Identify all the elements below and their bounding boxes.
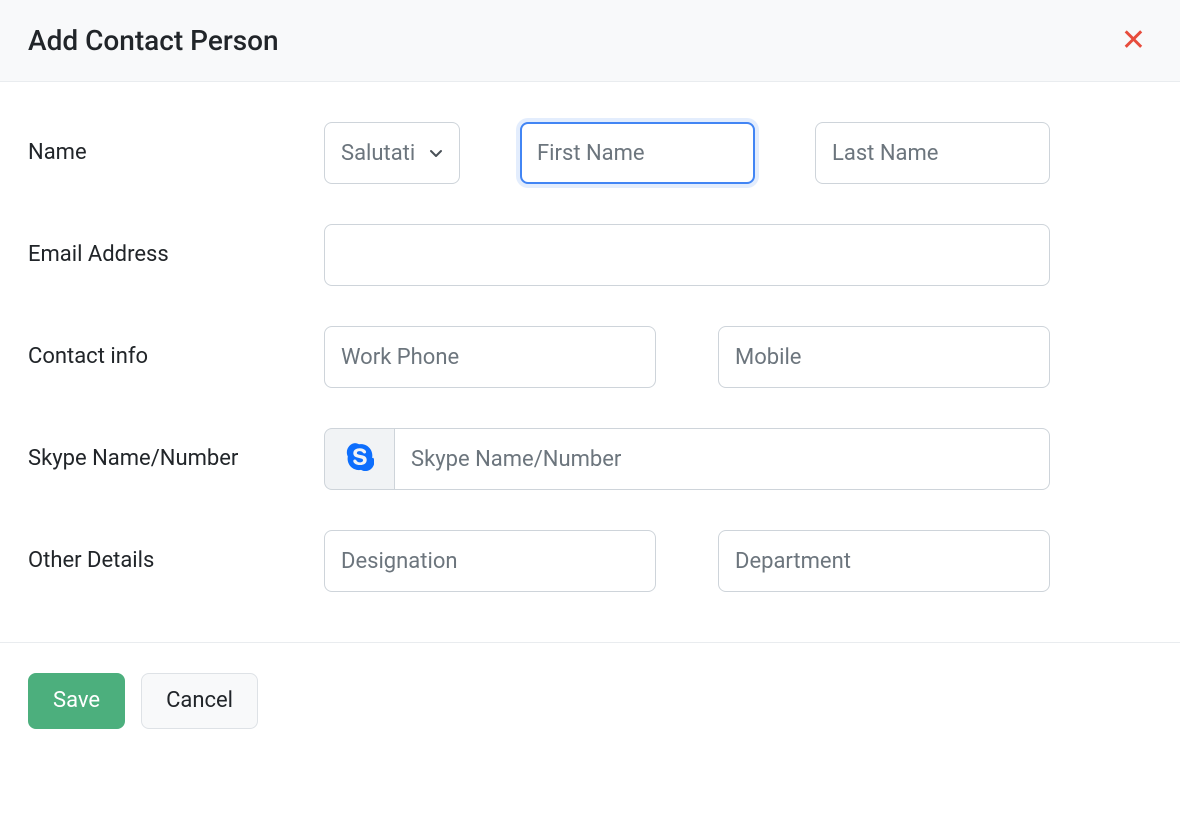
save-button[interactable]: Save [28, 673, 125, 729]
modal-title: Add Contact Person [28, 24, 279, 57]
email-row: Email Address [28, 224, 1152, 286]
name-row: Name [28, 122, 1152, 184]
contact-row: Contact info [28, 326, 1152, 388]
designation-input[interactable] [324, 530, 656, 592]
skype-controls [324, 428, 1152, 490]
email-label: Email Address [28, 224, 324, 271]
contact-controls [324, 326, 1152, 388]
skype-icon [346, 443, 374, 475]
skype-input-group [324, 428, 1050, 490]
skype-icon-addon [324, 428, 394, 490]
modal-footer: Save Cancel [0, 642, 1180, 759]
other-controls [324, 530, 1152, 592]
email-controls [324, 224, 1152, 286]
skype-input[interactable] [394, 428, 1050, 490]
mobile-input[interactable] [718, 326, 1050, 388]
department-input[interactable] [718, 530, 1050, 592]
salutation-select[interactable] [324, 122, 460, 184]
first-name-input[interactable] [520, 122, 755, 184]
skype-label: Skype Name/Number [28, 428, 324, 475]
skype-row: Skype Name/Number [28, 428, 1152, 490]
name-label: Name [28, 122, 324, 169]
email-input[interactable] [324, 224, 1050, 286]
modal-header: Add Contact Person ✕ [0, 0, 1180, 82]
last-name-input[interactable] [815, 122, 1050, 184]
name-controls [324, 122, 1152, 184]
contact-info-label: Contact info [28, 326, 324, 373]
close-icon[interactable]: ✕ [1115, 26, 1152, 56]
salutation-input[interactable] [324, 122, 460, 184]
other-row: Other Details [28, 530, 1152, 592]
other-details-label: Other Details [28, 530, 324, 577]
work-phone-input[interactable] [324, 326, 656, 388]
cancel-button[interactable]: Cancel [141, 673, 258, 729]
modal-body: Name Email Address Contact info Skype Na… [0, 82, 1180, 642]
